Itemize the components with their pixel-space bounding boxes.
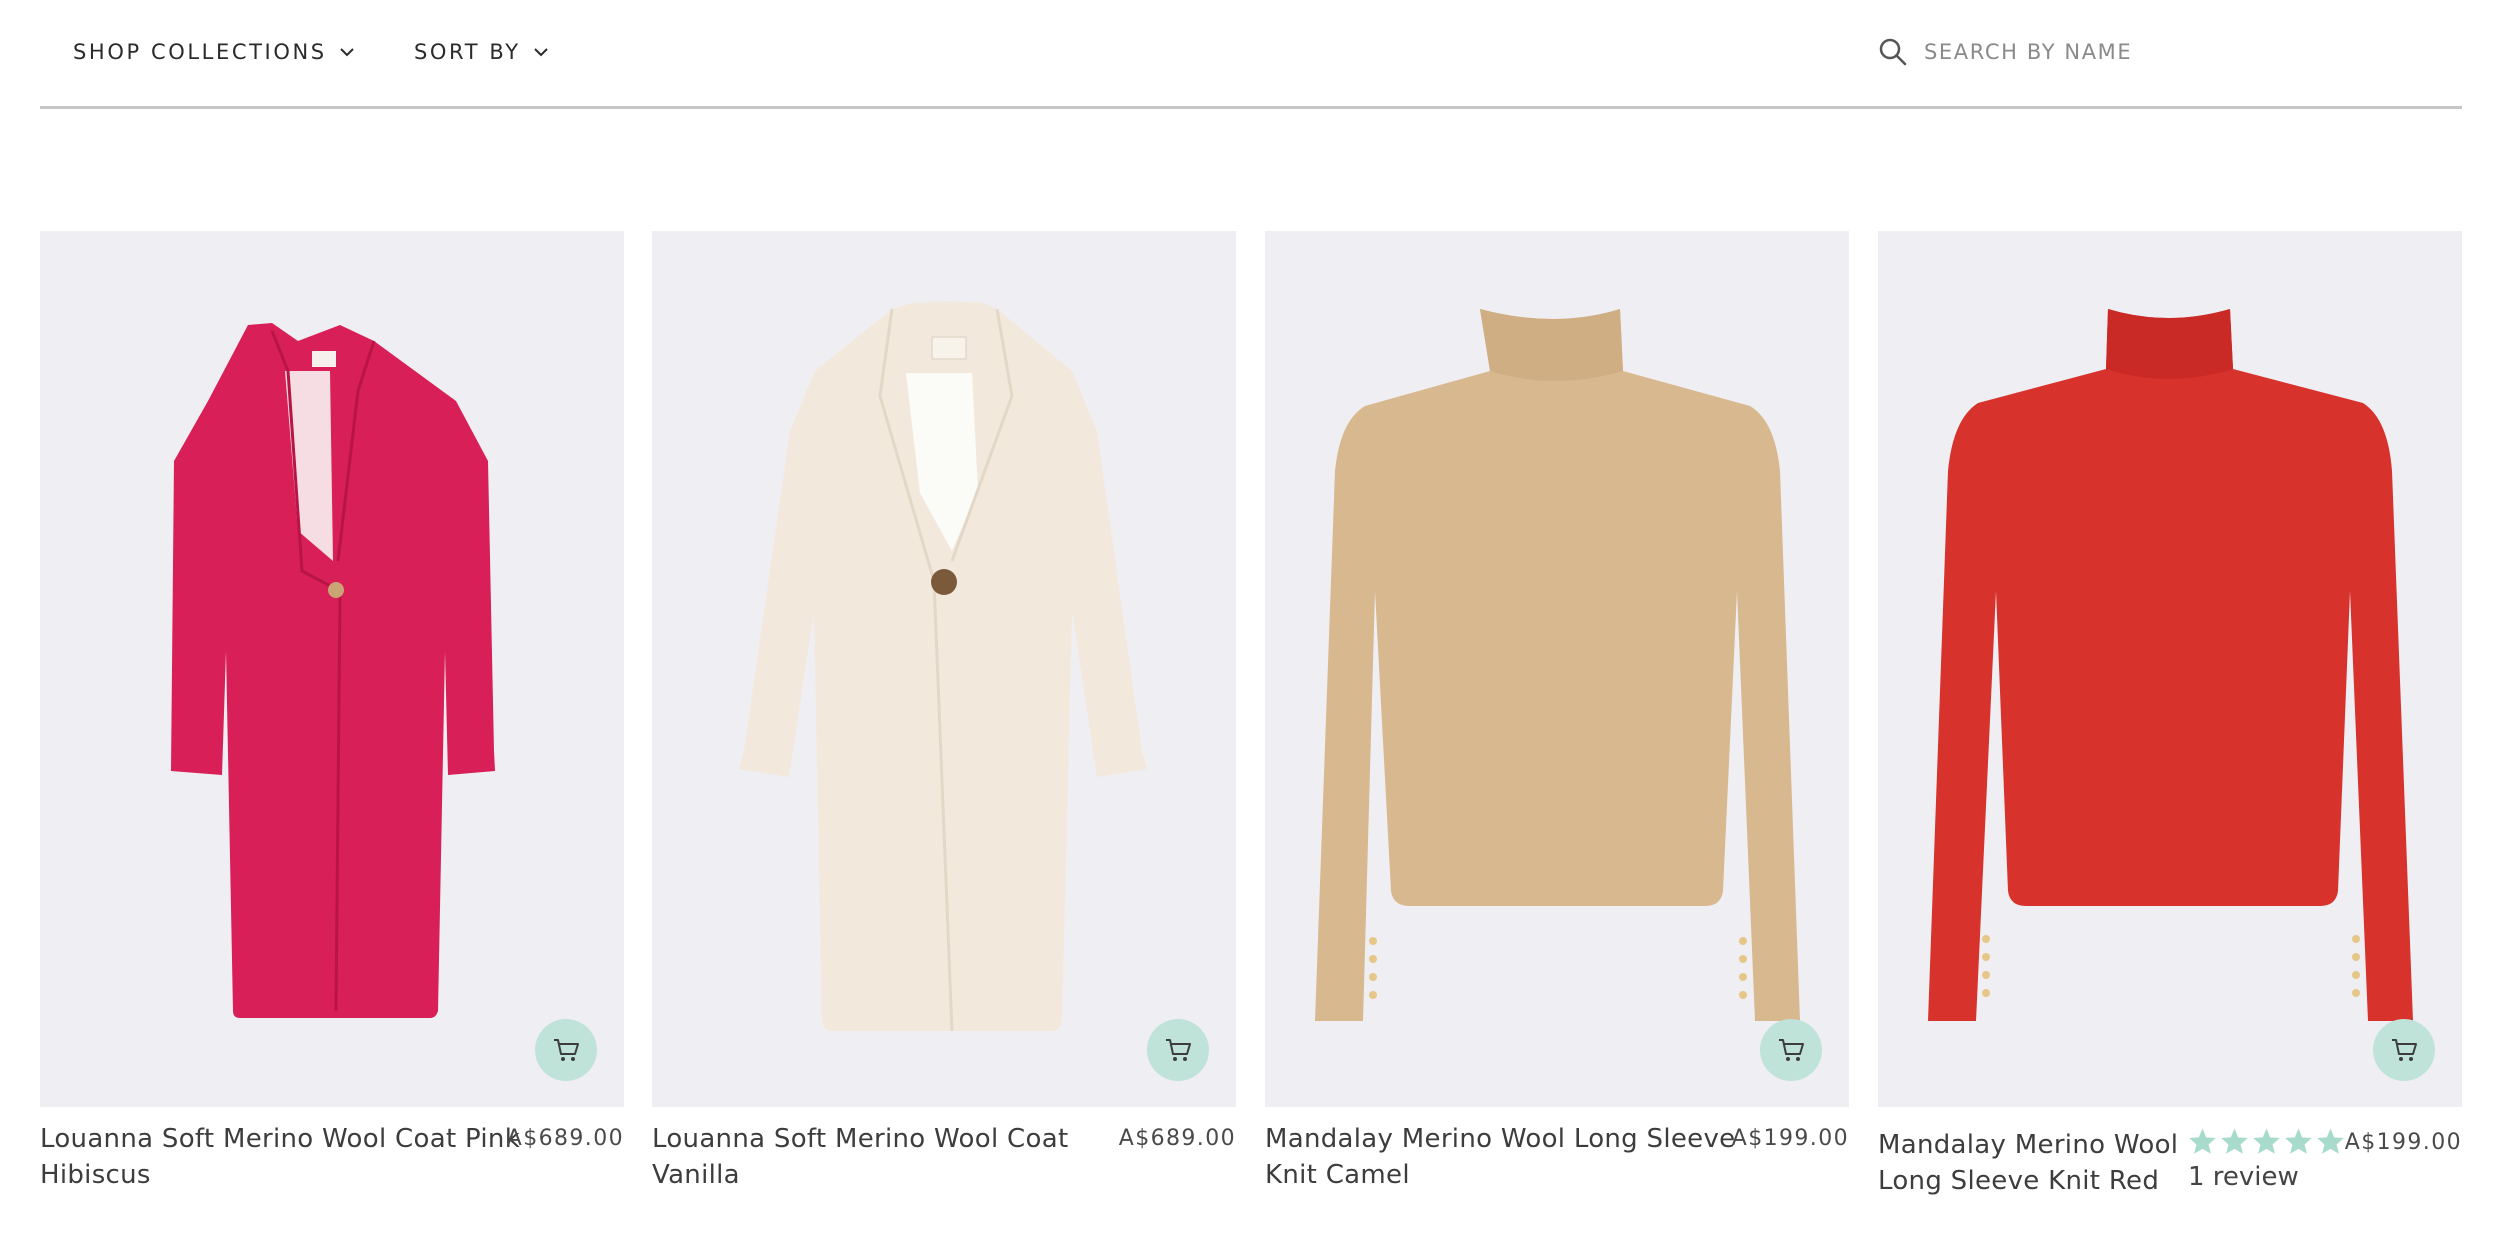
review-count[interactable]: 1 review (2188, 1159, 2345, 1195)
product-rating[interactable]: 1 review (2188, 1127, 2345, 1195)
product-card[interactable]: Mandalay Merino Wool Long Sleeve Knit Re… (1878, 231, 2462, 1231)
star-icon (2253, 1128, 2280, 1154)
product-info: Mandalay Merino Wool Long Sleeve Knit Re… (1878, 1121, 2462, 1231)
add-to-cart-button[interactable] (1147, 1019, 1209, 1081)
add-to-cart-button[interactable] (535, 1019, 597, 1081)
product-card[interactable]: Louanna Soft Merino Wool Coat Pink Hibis… (40, 231, 624, 1231)
shop-collections-label: SHOP COLLECTIONS (73, 40, 327, 64)
cart-icon (1166, 1039, 1191, 1061)
product-info: Louanna Soft Merino Wool Coat Pink Hibis… (40, 1121, 624, 1231)
add-to-cart-button[interactable] (1760, 1019, 1822, 1081)
product-image[interactable] (1878, 231, 2462, 1107)
vanilla-coat-image (739, 301, 1147, 1032)
product-title[interactable]: Mandalay Merino Wool Long Sleeve Knit Ca… (1265, 1121, 1735, 1193)
star-icon (2221, 1128, 2248, 1154)
product-info: Louanna Soft Merino Wool Coat Vanilla A$… (652, 1121, 1236, 1231)
product-card[interactable]: Mandalay Merino Wool Long Sleeve Knit Ca… (1265, 231, 1849, 1231)
product-image[interactable] (1265, 231, 1849, 1107)
star-icon (2317, 1128, 2344, 1154)
pink-coat-image (171, 323, 495, 1018)
chevron-down-icon (534, 48, 548, 57)
camel-knit-image (1315, 309, 1800, 1021)
product-title[interactable]: Mandalay Merino Wool Long Sleeve Knit Re… (1878, 1127, 2178, 1199)
star-icon (2189, 1128, 2216, 1154)
product-card[interactable]: Louanna Soft Merino Wool Coat Vanilla A$… (652, 231, 1236, 1231)
sort-by-dropdown[interactable]: SORT BY (414, 34, 549, 70)
product-info: Mandalay Merino Wool Long Sleeve Knit Ca… (1265, 1121, 1849, 1231)
star-icon (2285, 1128, 2312, 1154)
product-title[interactable]: Louanna Soft Merino Wool Coat Pink Hibis… (40, 1121, 520, 1193)
product-price: A$689.00 (1118, 1126, 1236, 1151)
chevron-down-icon (339, 48, 354, 57)
star-rating (2188, 1127, 2345, 1155)
product-image[interactable] (652, 231, 1236, 1107)
product-price: A$199.00 (1731, 1126, 1849, 1151)
cart-icon (2392, 1039, 2417, 1061)
sort-by-label: SORT BY (414, 40, 521, 64)
shop-collections-dropdown[interactable]: SHOP COLLECTIONS (73, 34, 355, 70)
cart-icon (1779, 1039, 1804, 1061)
cart-icon (554, 1039, 579, 1061)
product-price: A$199.00 (2344, 1130, 2462, 1155)
search-box (1878, 30, 2462, 74)
search-icon[interactable] (1878, 37, 1908, 67)
product-image[interactable] (40, 231, 624, 1107)
product-title[interactable]: Louanna Soft Merino Wool Coat Vanilla (652, 1121, 1068, 1193)
filter-bar: SHOP COLLECTIONS SORT BY (40, 0, 2462, 109)
search-input[interactable] (1922, 39, 2446, 65)
add-to-cart-button[interactable] (2373, 1019, 2435, 1081)
red-knit-image (1928, 309, 2413, 1021)
product-price: A$689.00 (506, 1126, 624, 1151)
